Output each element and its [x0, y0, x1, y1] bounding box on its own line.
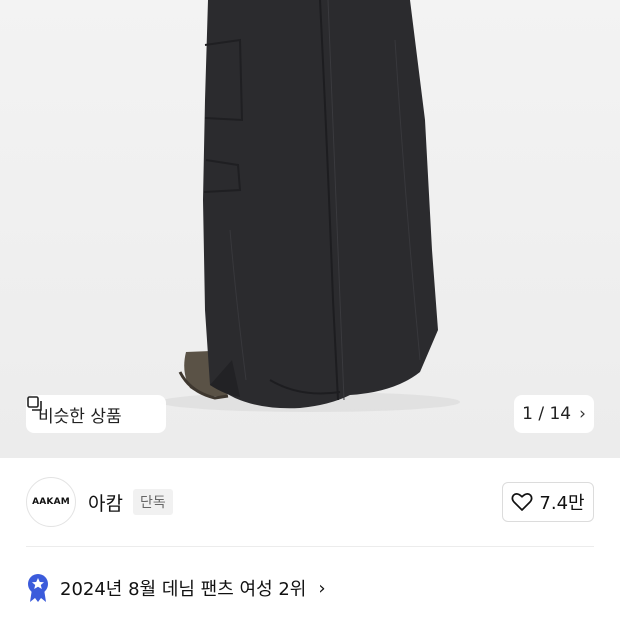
section-divider [26, 546, 594, 547]
image-current: 1 [522, 404, 533, 424]
image-counter-text: 1 / 14 [522, 404, 571, 424]
similar-products-label: 비슷한 상품 [38, 406, 122, 427]
product-image[interactable]: 비슷한 상품 1 / 14 › [0, 0, 620, 458]
ranking-link[interactable]: 2024년 8월 데님 팬츠 여성 2위 › [26, 570, 326, 606]
image-total: 14 [549, 404, 572, 424]
like-count: 7.4만 [539, 493, 585, 514]
similar-products-button[interactable]: 비슷한 상품 [26, 395, 166, 433]
ranking-badge-icon [28, 574, 48, 602]
image-separator: / [538, 404, 545, 424]
ranking-text: 2024년 8월 데님 팬츠 여성 2위 [60, 579, 307, 600]
brand-name[interactable]: 아캄 [88, 489, 123, 516]
similar-products-icon [27, 396, 42, 411]
heart-icon [511, 493, 533, 511]
like-button[interactable]: 7.4만 [502, 482, 594, 522]
exclusive-badge: 단독 [132, 489, 173, 515]
chevron-right-icon: › [318, 577, 326, 599]
brand-row: AAKAM 아캄 단독 7.4만 [0, 458, 620, 546]
wide-leg-pants-photo [160, 0, 460, 412]
brand-logo-text: AAKAM [32, 497, 70, 507]
brand-logo[interactable]: AAKAM [26, 477, 76, 527]
image-counter[interactable]: 1 / 14 › [514, 395, 594, 433]
chevron-right-icon: › [579, 404, 586, 424]
